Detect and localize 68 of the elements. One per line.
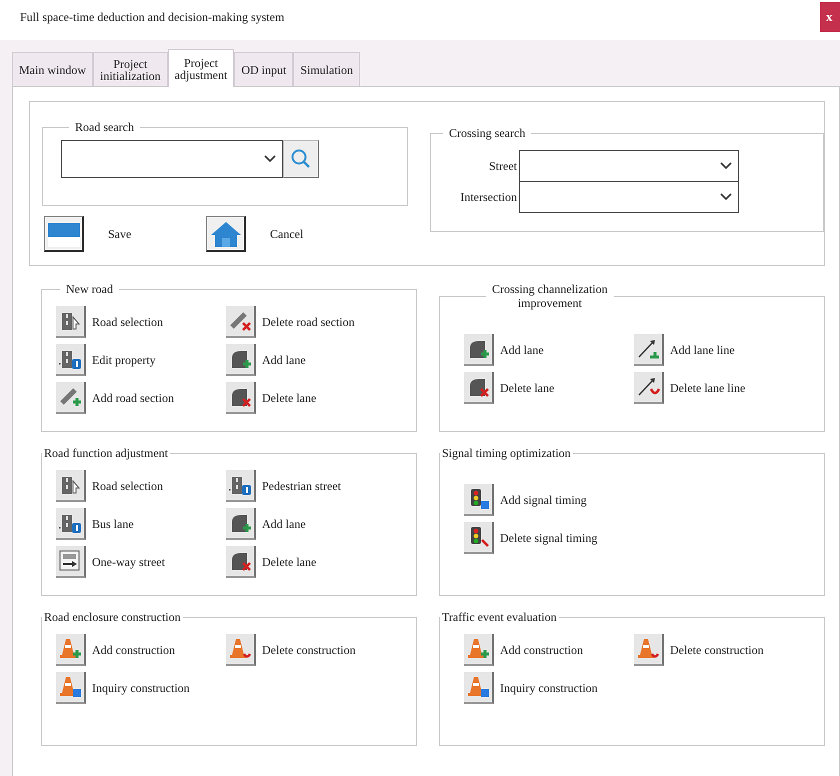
tab[interactable]: Project initialization [93, 52, 168, 86]
group-title: Road function adjustment [44, 446, 168, 460]
tool-button[interactable] [464, 484, 494, 516]
search-icon [290, 148, 312, 170]
tool-button[interactable] [226, 546, 256, 578]
tool-label: Add construction [92, 642, 175, 659]
tool-label: Inquiry construction [500, 680, 598, 697]
tool-button[interactable] [226, 382, 256, 414]
tool-button[interactable] [56, 306, 86, 338]
tool-label: Add lane [262, 516, 306, 533]
tool-label: Bus lane [92, 516, 134, 533]
close-button[interactable]: x [820, 2, 840, 32]
action-label: Cancel [270, 226, 304, 243]
tool-label: Delete construction [670, 642, 764, 659]
action-label: Save [108, 226, 132, 243]
cone-info-icon [465, 674, 491, 700]
tool-label: One-way street [92, 554, 165, 571]
group-title: Road search [74, 120, 135, 134]
window-title: Full space-time deduction and decision-making system [20, 10, 284, 24]
combo-box[interactable] [519, 181, 739, 213]
tool-button[interactable] [464, 372, 494, 404]
tab[interactable]: Simulation [293, 52, 360, 86]
group-title: New road [66, 282, 113, 296]
group-title: Traffic event evaluation [442, 610, 557, 624]
tool-label: Add road section [92, 390, 174, 407]
tool-button[interactable] [226, 344, 256, 376]
tool-label: Add lane [262, 352, 306, 369]
tool-label: Delete lane line [670, 380, 746, 397]
tab[interactable]: OD input [234, 52, 294, 86]
group-title: Crossing channelization improvement [492, 282, 608, 310]
tab[interactable]: Project adjustment [168, 49, 234, 87]
field-label: Intersection [459, 189, 518, 206]
tool-label: Delete lane [500, 380, 554, 397]
tool-label: Road selection [92, 478, 163, 495]
search-button[interactable] [283, 140, 319, 178]
icon-button[interactable] [44, 216, 84, 252]
tool-label: Edit property [92, 352, 156, 369]
chevron-icon [720, 162, 732, 170]
tool-label: Delete lane [262, 554, 316, 571]
tool-button[interactable] [464, 334, 494, 366]
tool-label: Add construction [500, 642, 583, 659]
tab[interactable]: Main window [12, 52, 93, 86]
group-title: Road enclosure construction [44, 610, 181, 624]
tool-label: Add lane line [670, 342, 735, 359]
tool-label: Pedestrian street [262, 478, 341, 495]
tool-label: Add lane [500, 342, 544, 359]
chevron-icon [264, 155, 276, 163]
group-title: Signal timing optimization [442, 446, 571, 460]
tool-label: Delete signal timing [500, 530, 598, 547]
tool-label: Add signal timing [500, 492, 587, 509]
field-label: Street [488, 158, 518, 175]
icon-button[interactable] [206, 216, 246, 252]
tool-button[interactable] [56, 470, 86, 502]
tool-label: Delete road section [262, 314, 355, 331]
road-combo-box[interactable] [61, 140, 283, 178]
tool-button[interactable] [56, 546, 86, 578]
tool-button[interactable] [226, 508, 256, 540]
chevron-icon [720, 193, 732, 201]
tool-button[interactable] [464, 522, 494, 554]
tool-label: Road selection [92, 314, 163, 331]
combo-box[interactable] [519, 150, 739, 182]
tool-label: Delete lane [262, 390, 316, 407]
tool-label: Inquiry construction [92, 680, 190, 697]
tool-button[interactable] [634, 334, 664, 366]
tool-label: Delete construction [262, 642, 356, 659]
cone-info-icon [57, 674, 83, 700]
group-title: Crossing search [448, 126, 526, 140]
tool-button[interactable] [634, 372, 664, 404]
